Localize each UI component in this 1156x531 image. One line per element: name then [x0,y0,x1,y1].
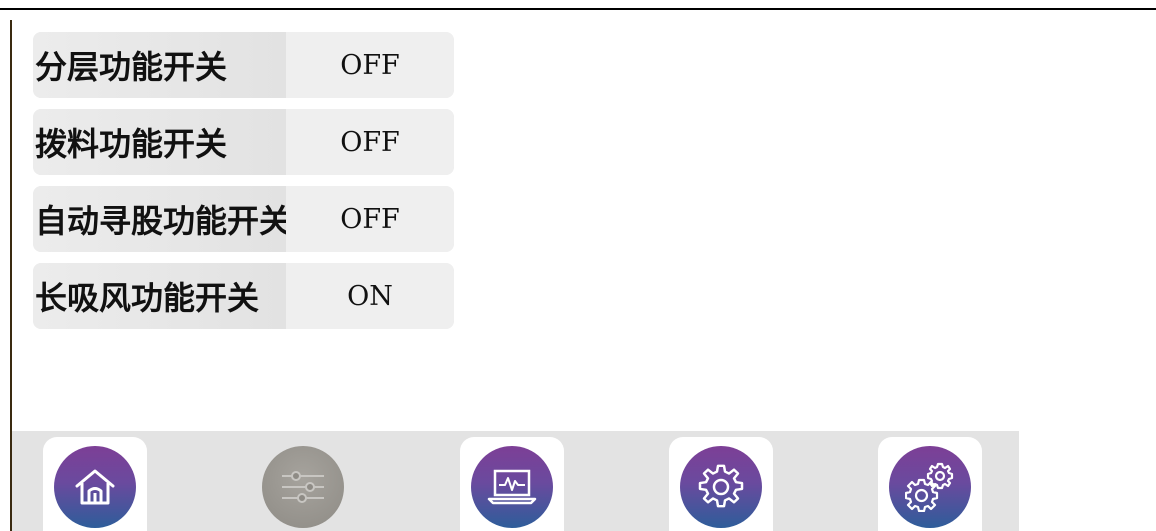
parameters-button-circle [262,446,344,528]
toggle-button-auto-strand-search[interactable]: OFF [286,186,454,252]
monitor-button[interactable] [460,437,564,531]
settings-button-circle [680,446,762,528]
gear-icon [698,464,744,508]
setting-row-material-push: 拨料功能开关 OFF [33,109,454,175]
advanced-settings-button[interactable] [878,437,982,531]
settings-button[interactable] [669,437,773,531]
home-button[interactable] [43,437,147,531]
setting-row-auto-strand-search: 自动寻股功能开关 OFF [33,186,454,252]
sliders-icon [282,471,324,503]
setting-row-layering: 分层功能开关 OFF [33,32,454,98]
monitor-button-circle [471,446,553,528]
setting-row-long-suction: 长吸风功能开关 ON [33,263,454,329]
setting-label: 自动寻股功能开关 [33,186,286,252]
gears-icon [905,462,954,512]
bottom-navbar [12,431,1019,531]
setting-label: 分层功能开关 [33,32,286,98]
toggle-button-material-push[interactable]: OFF [286,109,454,175]
setting-label: 拨料功能开关 [33,109,286,175]
setting-label: 长吸风功能开关 [33,263,286,329]
monitor-icon [487,469,537,505]
toggle-button-layering[interactable]: OFF [286,32,454,98]
home-button-circle [54,446,136,528]
toggle-button-long-suction[interactable]: ON [286,263,454,329]
home-icon [75,469,115,505]
advanced-settings-button-circle [889,446,971,528]
parameters-button[interactable] [251,437,355,531]
top-divider [0,8,1156,10]
settings-list: 分层功能开关 OFF 拨料功能开关 OFF 自动寻股功能开关 OFF 长吸风功能… [33,32,454,340]
